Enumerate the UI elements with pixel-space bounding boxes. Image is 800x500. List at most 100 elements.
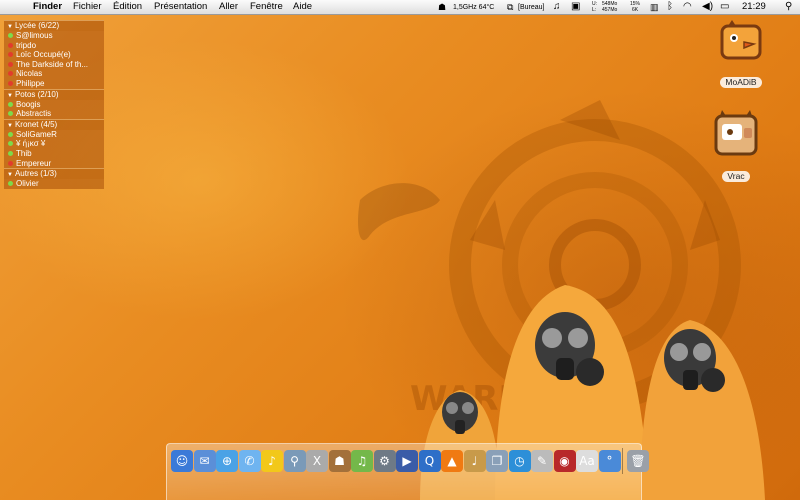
dictionary-icon[interactable]: Aa [576, 450, 598, 472]
buddy-group-header[interactable]: ▼ Kronet (4/5) [4, 118, 104, 130]
photobooth-icon[interactable]: ◉ [553, 450, 576, 472]
buddy-name: S@limous [16, 31, 53, 40]
buddy-name: Thib [16, 148, 32, 158]
imovie-icon[interactable]: ▶ [396, 450, 418, 472]
alien-status-icon[interactable]: ☗ [438, 1, 446, 13]
buddy-name: Philippe [16, 78, 45, 88]
status-dot-icon [8, 33, 13, 38]
status-dot-icon [8, 141, 13, 147]
status-dot-icon [8, 111, 13, 117]
buddy-name: Olivier [16, 179, 39, 189]
adium-duck-icon[interactable]: ♪ [261, 450, 283, 472]
hazmat-wallpaper-art: WARNING [358, 100, 765, 500]
status-dot-icon [8, 150, 13, 156]
cartoon-chick-icon [720, 20, 762, 60]
buddy-name: Boogis [16, 99, 41, 109]
temperature-monitor-icon[interactable]: ° [598, 450, 621, 472]
mail-icon[interactable]: ✉ [193, 450, 216, 472]
dock-separator [622, 448, 623, 474]
finder-icon[interactable]: ☺ [171, 450, 193, 472]
buddy-name: The Darkside of th... [16, 59, 89, 69]
buddy-group-header[interactable]: ▼ Potos (2/10) [4, 88, 104, 100]
spotlight-icon[interactable]: ⚲ [785, 1, 792, 13]
itunes-icon[interactable]: ♫ [351, 450, 373, 472]
buddy-group-title: Autres (1/3) [14, 169, 57, 179]
menu-finder[interactable]: Finder [33, 1, 62, 13]
desktop-icon-vrac[interactable]: Vrac [706, 108, 766, 183]
system-preferences-icon[interactable]: ⚙ [373, 450, 396, 472]
buddy-group-header[interactable]: ▼ Autres (1/3) [4, 168, 104, 180]
display-status-label[interactable]: [Bureau] [518, 2, 544, 14]
buddy-name: Abstractis [16, 109, 52, 119]
buddy-row[interactable]: Loïc Occupé(e) [4, 50, 104, 60]
picture-icon[interactable]: ▣ [571, 1, 580, 13]
menu-fichier[interactable]: Fichier [73, 1, 102, 13]
menu-bar: Finder Fichier Édition Présentation Alle… [0, 0, 800, 15]
buddy-row[interactable]: S@limous [4, 31, 104, 41]
desktop-icon-label: MoADiB [720, 77, 762, 88]
buddy-row[interactable]: tripdo [4, 40, 104, 51]
vlc-icon[interactable]: ▲ [441, 450, 463, 472]
buddy-group-title: Kronet (4/5) [14, 119, 58, 129]
bluetooth-icon[interactable]: ᛒ [667, 1, 673, 13]
desktop-icon-label: Vrac [722, 171, 750, 182]
sherlock-icon[interactable]: ⚲ [283, 450, 306, 472]
buddy-name: tripdo [16, 40, 37, 50]
status-dot-icon [8, 181, 13, 187]
status-dot-icon [8, 61, 13, 67]
desktop: WARNING Finder Fichier Édition Prése [0, 0, 800, 500]
network-activity-icon[interactable]: ▥ [650, 1, 659, 13]
buddy-group-title: Potos (2/10) [14, 89, 59, 99]
buddy-row[interactable]: Thib [4, 148, 104, 159]
status-dot-icon [8, 52, 13, 58]
desktop-icon-moadib[interactable]: MoADiB [711, 18, 771, 89]
buddy-row[interactable]: Abstractis [4, 109, 104, 119]
cpu-temperature-readout[interactable]: 1,5GHz 64°C [453, 2, 494, 14]
trash-icon[interactable]: 🗑 [627, 450, 649, 472]
volume-icon[interactable]: ◀) [702, 1, 713, 13]
buddy-name: ¥ ή¡κσ ¥ [16, 139, 46, 149]
status-dot-icon [8, 80, 13, 86]
wallpaper-crack [358, 183, 440, 241]
cartoon-cow-icon [714, 110, 758, 156]
menu-edition[interactable]: Édition [113, 1, 142, 13]
buddy-row[interactable]: Boogis [4, 99, 104, 110]
buddy-row[interactable]: The Darkside of th... [4, 59, 104, 70]
ichat-icon[interactable]: ✆ [238, 450, 261, 472]
clock[interactable]: 21:29 [742, 1, 766, 13]
battery-icon[interactable]: ▭ [720, 1, 729, 13]
iphoto-icon[interactable]: ❐ [486, 450, 508, 472]
menu-aide[interactable]: Aide [293, 1, 312, 13]
status-dot-icon [8, 42, 13, 48]
status-dot-icon [8, 131, 13, 137]
buddy-row[interactable]: Olivier [4, 179, 104, 189]
buddy-list: ▼ Lycée (6/22) S@limous tripdo Loïc Occupé(e… [4, 20, 104, 189]
mem-free-value: 457Mo [602, 7, 618, 13]
textedit-icon[interactable]: ✎ [531, 450, 553, 472]
menu-presentation[interactable]: Présentation [154, 1, 207, 13]
music-note-icon[interactable]: ♫ [553, 1, 561, 13]
buddy-row[interactable]: Philippe [4, 78, 104, 89]
menu-aller[interactable]: Aller [219, 1, 238, 13]
buddy-row[interactable]: SoliGameR [4, 129, 104, 140]
buddy-group-title: Lycée (6/22) [14, 21, 60, 30]
menu-fenetre[interactable]: Fenêtre [250, 1, 283, 13]
transmission-icon[interactable]: ☗ [328, 450, 351, 472]
buddy-row[interactable]: Nicolas [4, 69, 104, 79]
safari-icon[interactable]: ⊕ [216, 450, 238, 472]
quicktime-icon[interactable]: Q [418, 450, 441, 472]
dock: ☺ ✉ ⊕ ✆ ♪ ⚲ X ☗ ♫ ⚙ ▶ Q ▲ ♩ ❐ ◷ ✎ ◉ Aa ° 🗑 [166, 443, 649, 500]
status-dot-icon [8, 101, 13, 107]
hazmat-figure-right [640, 320, 765, 500]
buddy-row[interactable]: Empereur [4, 158, 104, 169]
mem-free-label: L: [592, 7, 597, 13]
buddy-name: Loïc Occupé(e) [16, 50, 71, 60]
x11-icon[interactable]: X [306, 450, 328, 472]
display-switch-icon[interactable]: ⧉ [507, 1, 513, 13]
ical-icon[interactable]: ◷ [508, 450, 531, 472]
buddy-row[interactable]: ¥ ή¡κσ ¥ [4, 139, 104, 149]
wifi-icon[interactable]: ◠ [683, 1, 692, 13]
garageband-icon[interactable]: ♩ [463, 450, 486, 472]
buddy-name: SoliGameR [16, 129, 57, 139]
buddy-group-header[interactable]: ▼ Lycée (6/22) [4, 20, 104, 31]
